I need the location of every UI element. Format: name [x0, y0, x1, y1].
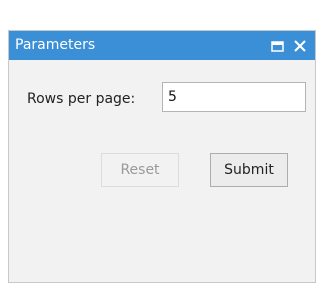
submit-button[interactable]: Submit — [210, 153, 288, 187]
reset-button[interactable]: Reset — [101, 153, 179, 187]
maximize-icon[interactable] — [269, 38, 285, 54]
dialog-title: Parameters — [15, 37, 96, 53]
dialog-header: Parameters — [9, 31, 315, 60]
parameters-dialog: Parameters Rows per page: Reset Submit — [8, 30, 316, 283]
rows-per-page-input[interactable] — [162, 82, 306, 112]
close-icon[interactable] — [292, 38, 308, 54]
rows-per-page-label: Rows per page: — [27, 91, 136, 107]
